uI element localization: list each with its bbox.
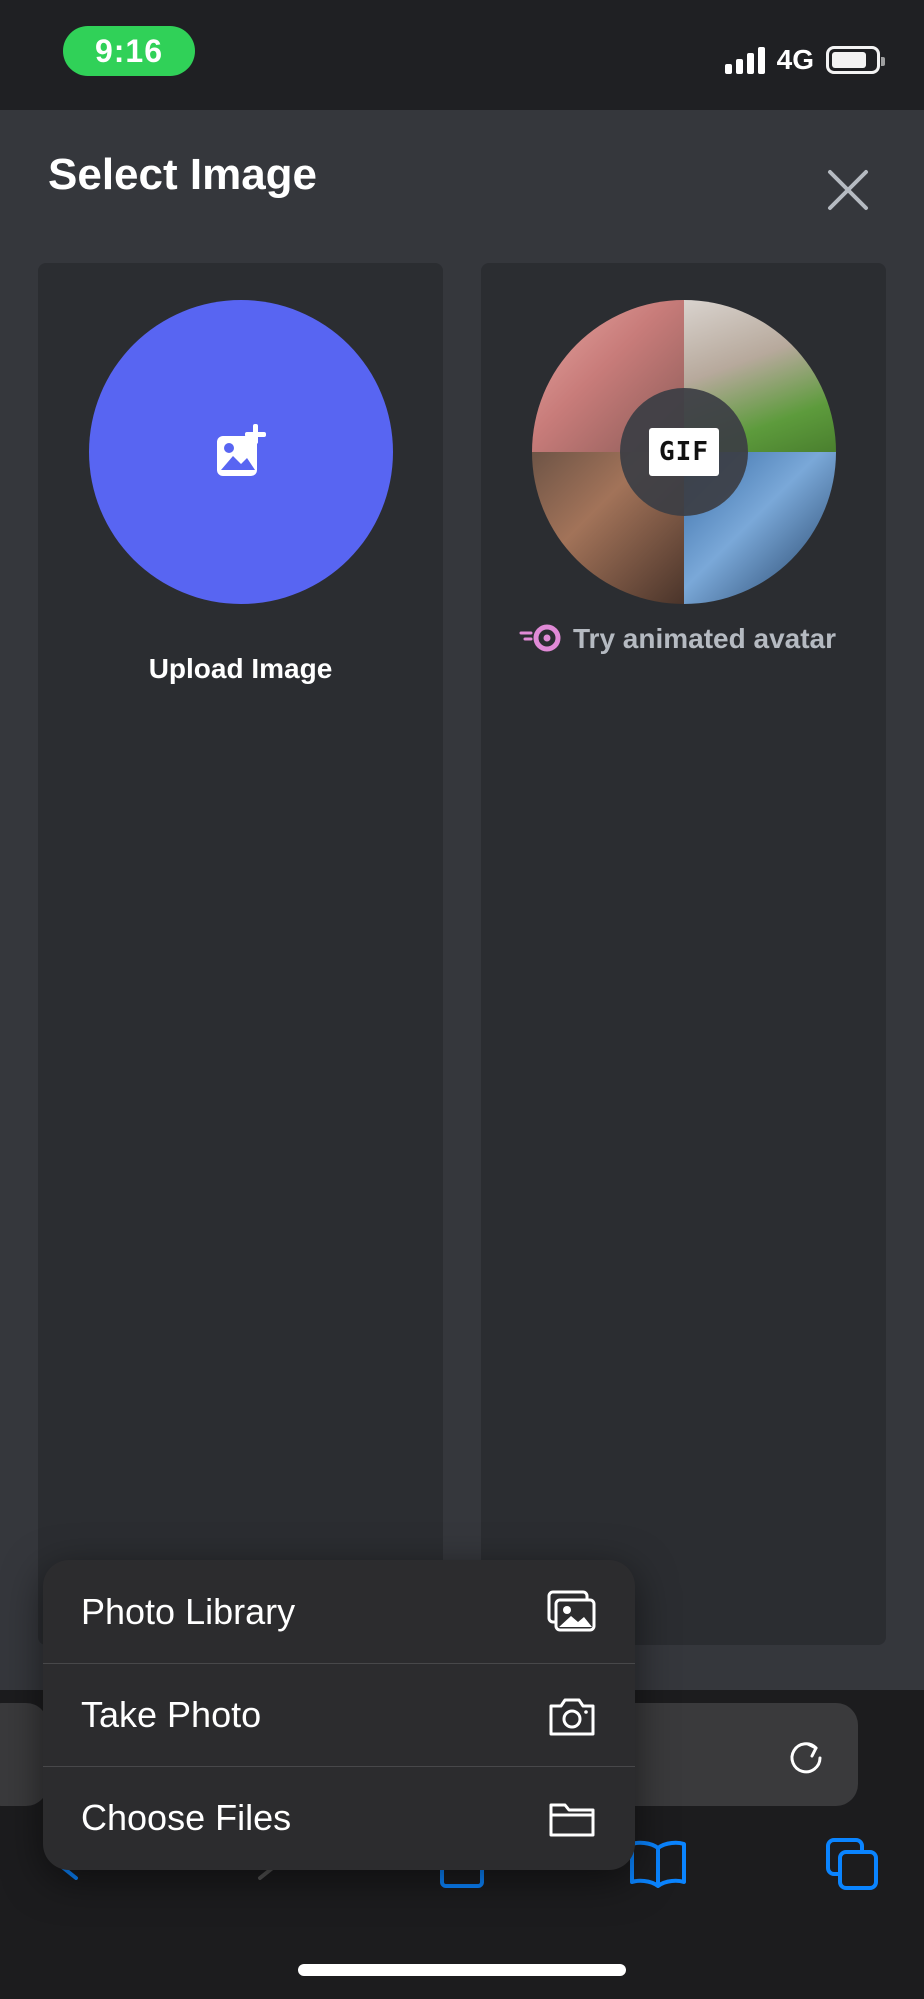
menu-item-take-photo[interactable]: Take Photo	[43, 1663, 635, 1766]
animated-avatar-card[interactable]: GIF Try animated avatar	[481, 263, 886, 1645]
menu-item-label: Choose Files	[81, 1797, 292, 1838]
menu-item-label: Photo Library	[81, 1590, 296, 1632]
gif-badge: GIF	[649, 428, 719, 476]
status-time: 9:16	[63, 26, 195, 76]
bookmarks-icon[interactable]	[628, 1840, 688, 1888]
address-bar-previous[interactable]	[0, 1703, 48, 1806]
tabs-icon[interactable]	[824, 1836, 880, 1892]
menu-item-photo-library[interactable]: Photo Library	[43, 1560, 635, 1663]
reload-icon[interactable]	[784, 1734, 828, 1778]
photo-library-icon	[547, 1590, 596, 1632]
gif-preview[interactable]: GIF	[532, 300, 836, 604]
select-image-modal: Select Image Upload Image GIF Try animat…	[0, 110, 924, 1690]
upload-image-button[interactable]	[89, 300, 393, 604]
promo-text: Try animated avatar	[573, 623, 837, 654]
menu-item-choose-files[interactable]: Choose Files	[43, 1766, 635, 1869]
home-indicator	[298, 1964, 626, 1976]
upload-image-label: Upload Image	[148, 653, 333, 684]
close-icon[interactable]	[820, 162, 876, 218]
animated-avatar-promo[interactable]: Try animated avatar	[519, 618, 859, 660]
modal-title: Select Image	[48, 150, 318, 199]
camera-icon	[549, 1698, 595, 1736]
status-bar: 9:16 4G	[0, 0, 924, 110]
file-source-menu: Photo Library Take Photo Choose Files	[43, 1560, 635, 1870]
battery-icon	[826, 46, 885, 74]
nitro-icon	[519, 624, 561, 652]
status-indicators: 4G	[724, 40, 885, 80]
menu-item-label: Take Photo	[81, 1694, 262, 1735]
network-type: 4G	[776, 44, 814, 75]
folder-icon	[549, 1803, 595, 1837]
signal-icon	[724, 46, 765, 74]
gif-badge-container: GIF	[620, 388, 748, 516]
image-add-icon	[217, 424, 266, 476]
upload-image-card[interactable]: Upload Image	[38, 263, 443, 1645]
